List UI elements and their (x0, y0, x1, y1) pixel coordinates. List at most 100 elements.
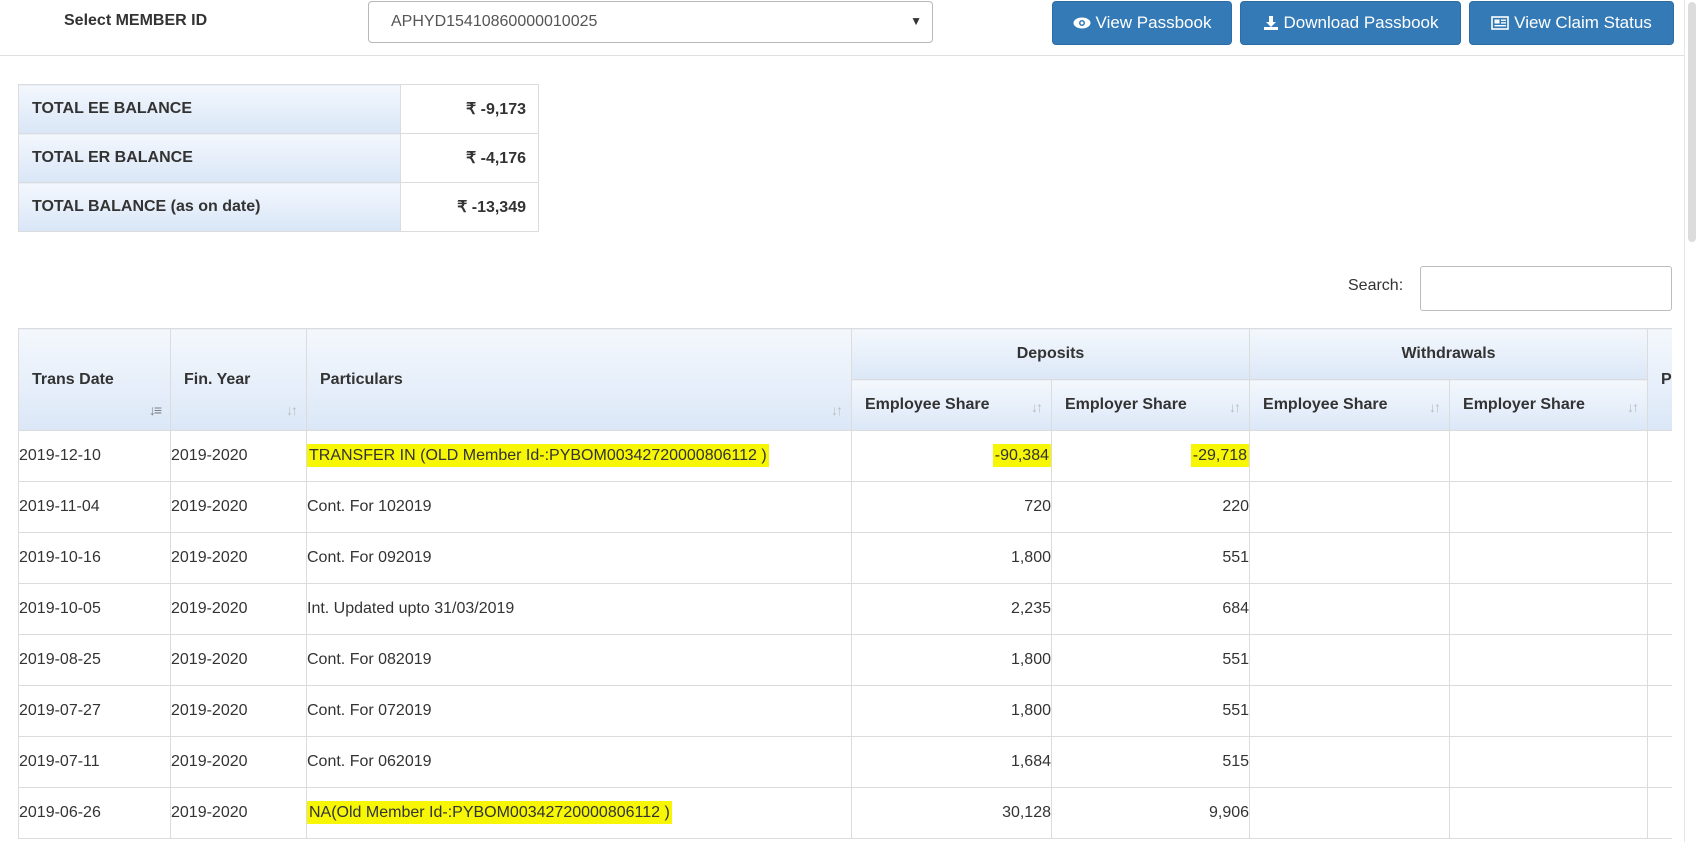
cell-deposit-employer-share-text: 220 (1222, 498, 1250, 515)
table-row: 2019-11-04 2019-2020 Cont. For 102019 720 22… (18, 481, 1672, 533)
eye-icon (1073, 17, 1091, 29)
cell-trans-date: 2019-06-26 (18, 787, 171, 839)
ee-balance-label: TOTAL EE BALANCE (18, 84, 401, 134)
er-balance-label: TOTAL ER BALANCE (18, 133, 401, 183)
sort-icon: ↓↑ (1229, 399, 1241, 415)
sort-icon: ↓↑ (286, 402, 298, 418)
cell-fin-year-text: 2019-2020 (171, 804, 248, 821)
cell-withdrawal-employer-share (1449, 787, 1649, 839)
cell-fin-year: 2019-2020 (170, 787, 307, 839)
table-row: 2019-08-25 2019-2020 Cont. For 082019 1,800… (18, 634, 1672, 686)
header-dep-ee-label: Employee Share (865, 396, 990, 413)
total-balance-label: TOTAL BALANCE (as on date) (18, 182, 401, 232)
cell-trans-date: 2019-12-10 (18, 430, 171, 482)
cell-deposit-employee-share-text: 30,128 (1002, 804, 1051, 821)
header-fin-year[interactable]: Fin. Year ↓↑ (170, 328, 307, 431)
cell-trans-date-text: 2019-11-04 (19, 498, 100, 515)
cell-particulars: Cont. For 102019 (306, 481, 852, 533)
cell-withdrawal-employee-share (1249, 736, 1451, 788)
cell-withdrawal-employer-share (1449, 532, 1649, 584)
cell-deposit-employee-share-text: 720 (1024, 498, 1051, 515)
cell-deposit-employer-share: 684 (1050, 583, 1251, 635)
header-deposit-employer-share[interactable]: Employer Share ↓↑ (1050, 379, 1251, 431)
cell-fin-year: 2019-2020 (170, 736, 307, 788)
search-input[interactable] (1420, 266, 1672, 311)
cell-deposit-employee-share: 1,800 (851, 634, 1052, 686)
member-id-select[interactable]: APHYD15410860000010025 ▼ (368, 1, 933, 43)
header-deposit-employee-share[interactable]: Employee Share ↓↑ (851, 379, 1052, 431)
view-claim-status-button[interactable]: View Claim Status (1469, 1, 1674, 45)
download-passbook-button[interactable]: Download Passbook (1240, 1, 1461, 45)
cell-withdrawal-employee-share (1249, 583, 1451, 635)
header-withdrawal-employee-share[interactable]: Employee Share ↓↑ (1249, 379, 1451, 431)
header-particulars[interactable]: Particulars ↓↑ (306, 328, 852, 431)
cell-deposit-employee-share: 1,800 (851, 685, 1052, 737)
cell-withdrawal-employer-share (1449, 685, 1649, 737)
cell-pension (1647, 787, 1672, 839)
cell-deposit-employee-share-text: -90,384 (992, 444, 1051, 467)
sort-icon: ↓↑ (1627, 399, 1639, 415)
view-passbook-button[interactable]: View Passbook (1052, 1, 1232, 45)
cell-deposit-employee-share-text: 1,800 (1010, 702, 1051, 719)
cell-trans-date: 2019-11-04 (18, 481, 171, 533)
cell-particulars: Int. Updated upto 31/03/2019 (306, 583, 852, 635)
table-row: 2019-06-26 2019-2020 NA(Old Member Id-:PYB… (18, 787, 1672, 839)
cell-deposit-employer-share: 551 (1050, 634, 1251, 686)
summary-row: TOTAL ER BALANCE ₹ -4,176 (18, 133, 539, 183)
header-pension[interactable]: Pe (1647, 328, 1672, 431)
cell-particulars: Cont. For 092019 (306, 532, 852, 584)
header-particulars-label: Particulars (320, 370, 403, 388)
cell-withdrawal-employee-share (1249, 685, 1451, 737)
cell-deposit-employee-share-text: 1,800 (1010, 651, 1051, 668)
cell-withdrawal-employer-share (1449, 736, 1649, 788)
cell-particulars-text: NA(Old Member Id-:PYBOM00342720000806112… (307, 801, 672, 824)
vertical-scrollbar[interactable] (1684, 0, 1699, 842)
passbook-table-container: Trans Date ↓≡ Fin. Year ↓↑ Particulars ↓… (18, 328, 1672, 842)
cell-deposit-employer-share-text: 684 (1222, 600, 1250, 617)
scrollbar-thumb[interactable] (1688, 2, 1696, 242)
cell-fin-year: 2019-2020 (170, 430, 307, 482)
cell-withdrawal-employee-share (1249, 481, 1451, 533)
cell-trans-date: 2019-10-16 (18, 532, 171, 584)
cell-trans-date-text: 2019-12-10 (19, 447, 101, 464)
cell-deposit-employer-share: 9,906 (1050, 787, 1251, 839)
header-trans-date[interactable]: Trans Date ↓≡ (18, 328, 171, 431)
summary-row: TOTAL EE BALANCE ₹ -9,173 (18, 84, 539, 134)
cell-deposit-employee-share: -90,384 (851, 430, 1052, 482)
cell-deposit-employee-share: 2,235 (851, 583, 1052, 635)
header-dep-er-label: Employer Share (1065, 396, 1187, 413)
top-toolbar: Select MEMBER ID APHYD15410860000010025 … (0, 0, 1699, 56)
cell-deposit-employer-share: 551 (1050, 532, 1251, 584)
view-claim-status-label: View Claim Status (1514, 13, 1652, 32)
cell-withdrawal-employer-share (1449, 583, 1649, 635)
cell-deposit-employee-share-text: 1,684 (1010, 753, 1051, 770)
view-passbook-label: View Passbook (1095, 13, 1212, 32)
cell-fin-year: 2019-2020 (170, 532, 307, 584)
cell-fin-year-text: 2019-2020 (171, 702, 248, 719)
cell-pension (1647, 736, 1672, 788)
cell-deposit-employer-share: 220 (1050, 481, 1251, 533)
cell-fin-year: 2019-2020 (170, 583, 307, 635)
header-withdrawal-employer-share[interactable]: Employer Share ↓↑ (1449, 379, 1649, 431)
sort-icon: ↓↑ (1031, 399, 1043, 415)
cell-deposit-employer-share-text: 515 (1222, 753, 1250, 770)
cell-fin-year: 2019-2020 (170, 481, 307, 533)
table-row: 2019-10-16 2019-2020 Cont. For 092019 1,800… (18, 532, 1672, 584)
cell-withdrawal-employer-share (1449, 430, 1649, 482)
balance-summary-table: TOTAL EE BALANCE ₹ -9,173 TOTAL ER BALAN… (18, 84, 539, 232)
er-balance-value: ₹ -4,176 (400, 133, 539, 183)
cell-pension (1647, 481, 1672, 533)
table-row: 2019-07-27 2019-2020 Cont. For 072019 1,800… (18, 685, 1672, 737)
cell-pension (1647, 532, 1672, 584)
cell-trans-date-text: 2019-10-05 (19, 600, 101, 617)
total-balance-value: ₹ -13,349 (400, 182, 539, 232)
cell-deposit-employer-share-text: 9,906 (1208, 804, 1250, 821)
cell-withdrawal-employer-share (1449, 634, 1649, 686)
cell-deposit-employee-share: 1,800 (851, 532, 1052, 584)
sort-icon: ↓↑ (1429, 399, 1441, 415)
cell-fin-year-text: 2019-2020 (171, 753, 248, 770)
cell-deposit-employee-share: 30,128 (851, 787, 1052, 839)
cell-withdrawal-employee-share (1249, 532, 1451, 584)
cell-deposit-employee-share-text: 1,800 (1010, 549, 1051, 566)
cell-trans-date: 2019-07-27 (18, 685, 171, 737)
